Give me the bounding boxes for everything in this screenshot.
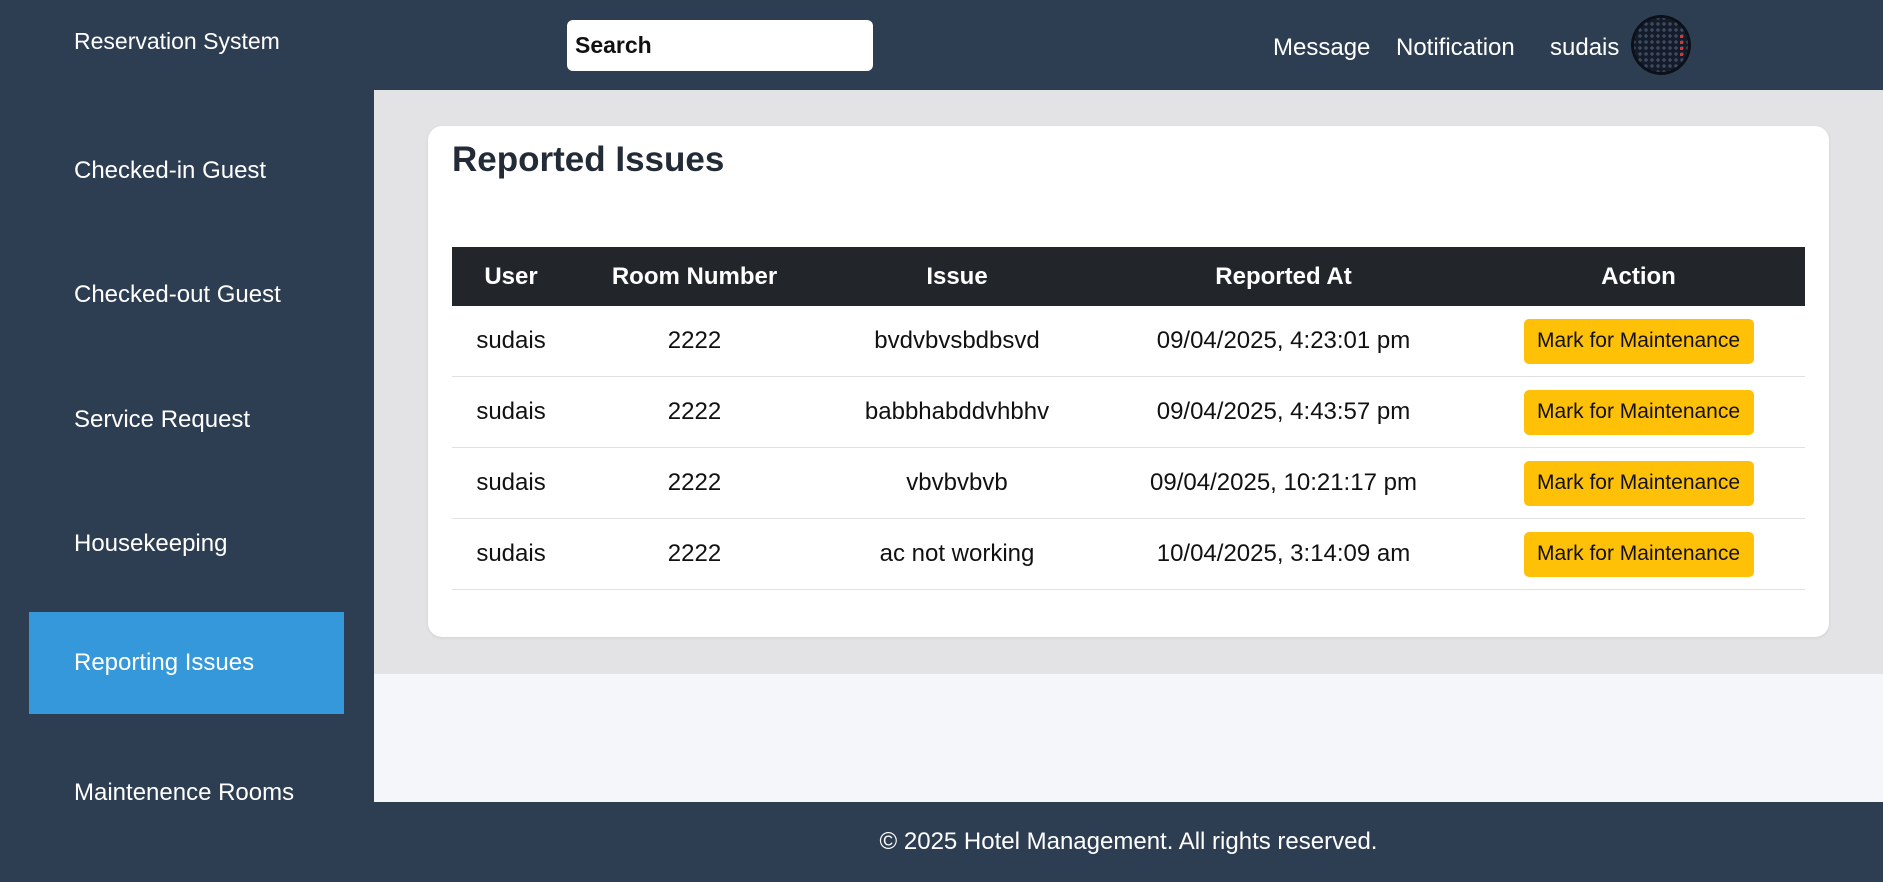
cell-user: sudais bbox=[452, 376, 570, 448]
issues-table: User Room Number Issue Reported At Actio… bbox=[452, 247, 1805, 590]
cell-room-number: 2222 bbox=[570, 518, 819, 590]
cell-reported-at: 09/04/2025, 4:43:57 pm bbox=[1095, 376, 1472, 448]
cell-room-number: 2222 bbox=[570, 376, 819, 448]
cell-issue: vbvbvbvb bbox=[819, 447, 1095, 519]
mark-for-maintenance-button[interactable]: Mark for Maintenance bbox=[1523, 460, 1754, 506]
sidebar-item-label: Reporting Issues bbox=[74, 649, 255, 676]
avatar[interactable] bbox=[1631, 15, 1691, 75]
brand-title[interactable]: Reservation System bbox=[74, 28, 280, 55]
top-navbar: Reservation System Message Notification … bbox=[0, 0, 1883, 90]
table-row: sudais 2222 ac not working 10/04/2025, 3… bbox=[452, 518, 1805, 590]
notification-link[interactable]: Notification bbox=[1396, 34, 1515, 62]
avatar-glow bbox=[1680, 35, 1683, 57]
cell-action: Mark for Maintenance bbox=[1472, 306, 1805, 377]
sidebar-item-label: Checked-out Guest bbox=[74, 281, 281, 308]
table-row: sudais 2222 vbvbvbvb 09/04/2025, 10:21:1… bbox=[452, 447, 1805, 519]
cell-user: sudais bbox=[452, 518, 570, 590]
search-input[interactable] bbox=[567, 20, 873, 71]
cell-issue: babbhabddvhbhv bbox=[819, 376, 1095, 448]
sidebar-item-housekeeping[interactable]: Housekeeping bbox=[29, 493, 344, 595]
cell-reported-at: 10/04/2025, 3:14:09 am bbox=[1095, 518, 1472, 590]
table-header-row: User Room Number Issue Reported At Actio… bbox=[452, 247, 1805, 306]
cell-user: sudais bbox=[452, 447, 570, 519]
column-header-issue: Issue bbox=[819, 247, 1095, 306]
mark-for-maintenance-button[interactable]: Mark for Maintenance bbox=[1523, 531, 1754, 577]
cell-action: Mark for Maintenance bbox=[1472, 518, 1805, 590]
sidebar-item-label: Checked-in Guest bbox=[74, 157, 267, 184]
mark-for-maintenance-button[interactable]: Mark for Maintenance bbox=[1523, 389, 1754, 435]
cell-action: Mark for Maintenance bbox=[1472, 376, 1805, 448]
sidebar-item-reporting-issues[interactable]: Reporting Issues bbox=[29, 612, 344, 714]
username-label[interactable]: sudais bbox=[1550, 34, 1619, 62]
footer-copyright: © 2025 Hotel Management. All rights rese… bbox=[879, 828, 1378, 855]
column-header-room-number: Room Number bbox=[570, 247, 819, 306]
sidebar-item-checked-in-guest[interactable]: Checked-in Guest bbox=[29, 120, 344, 222]
cell-room-number: 2222 bbox=[570, 447, 819, 519]
mark-for-maintenance-button[interactable]: Mark for Maintenance bbox=[1523, 318, 1754, 364]
sidebar-item-label: Housekeeping bbox=[74, 530, 228, 557]
sidebar-item-maintenence-rooms[interactable]: Maintenence Rooms bbox=[29, 742, 344, 844]
sidebar: Checked-in Guest Checked-out Guest Servi… bbox=[0, 90, 374, 806]
sidebar-item-label: Service Request bbox=[74, 406, 251, 433]
cell-reported-at: 09/04/2025, 10:21:17 pm bbox=[1095, 447, 1472, 519]
main-content: Reported Issues User Room Number Issue R… bbox=[374, 90, 1883, 802]
column-header-user: User bbox=[452, 247, 570, 306]
cell-room-number: 2222 bbox=[570, 306, 819, 377]
message-link[interactable]: Message bbox=[1273, 34, 1370, 62]
footer: © 2025 Hotel Management. All rights rese… bbox=[374, 802, 1883, 882]
table-row: sudais 2222 bvdvbvsbdbsvd 09/04/2025, 4:… bbox=[452, 306, 1805, 377]
page-title: Reported Issues bbox=[452, 140, 725, 179]
sidebar-item-service-request[interactable]: Service Request bbox=[29, 369, 344, 471]
column-header-reported-at: Reported At bbox=[1095, 247, 1472, 306]
cell-issue: bvdvbvsbdbsvd bbox=[819, 306, 1095, 377]
cell-action: Mark for Maintenance bbox=[1472, 447, 1805, 519]
content-panel: Reported Issues User Room Number Issue R… bbox=[374, 90, 1883, 674]
cell-issue: ac not working bbox=[819, 518, 1095, 590]
cell-reported-at: 09/04/2025, 4:23:01 pm bbox=[1095, 306, 1472, 377]
sidebar-item-checked-out-guest[interactable]: Checked-out Guest bbox=[29, 244, 344, 346]
table-row: sudais 2222 babbhabddvhbhv 09/04/2025, 4… bbox=[452, 376, 1805, 448]
cell-user: sudais bbox=[452, 306, 570, 377]
sidebar-item-label: Maintenence Rooms bbox=[74, 779, 295, 806]
column-header-action: Action bbox=[1472, 247, 1805, 306]
reported-issues-card: Reported Issues User Room Number Issue R… bbox=[428, 126, 1829, 637]
